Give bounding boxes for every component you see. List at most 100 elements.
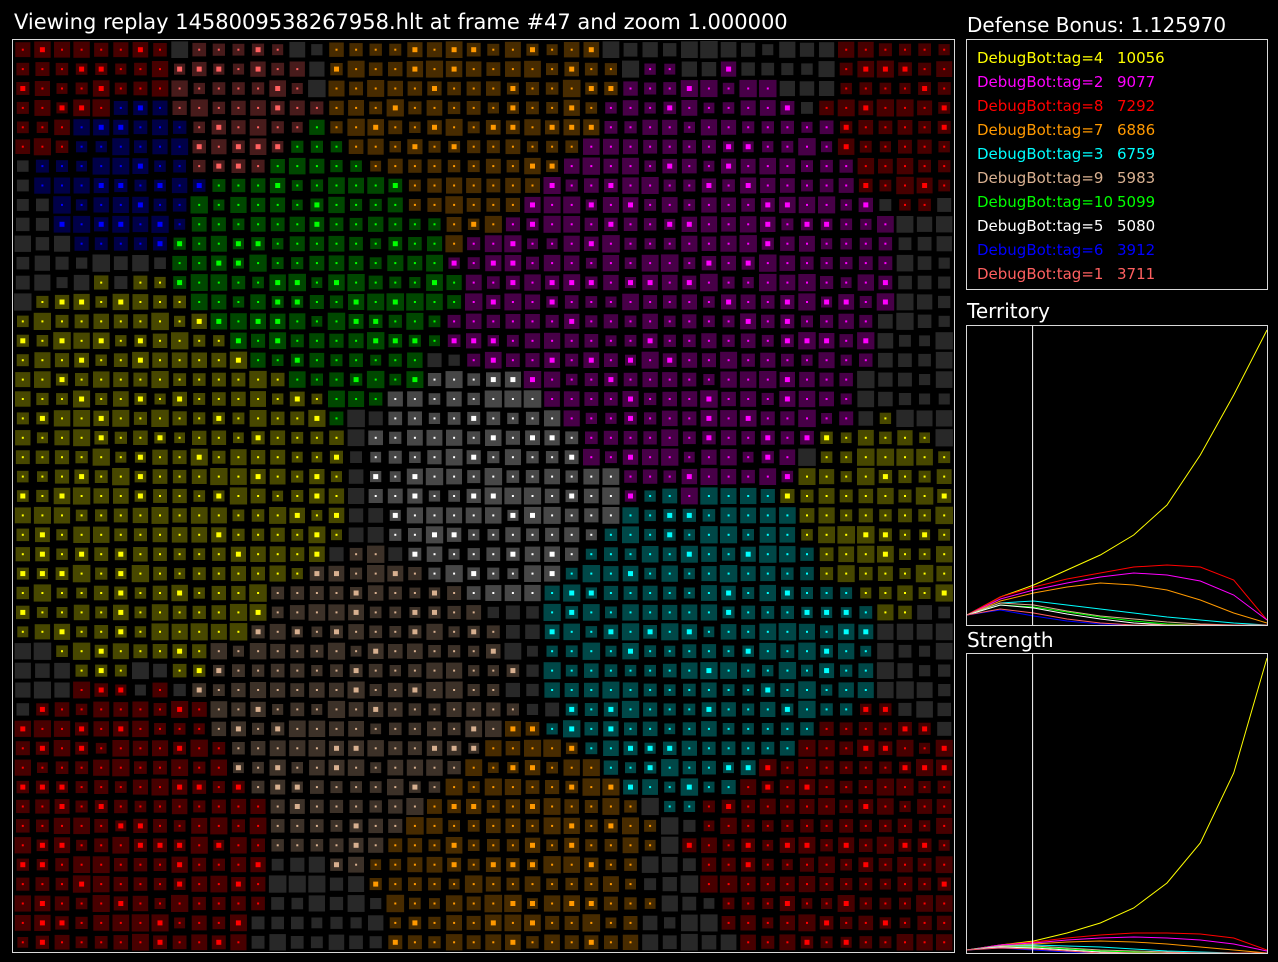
board-cell[interactable] xyxy=(34,255,50,271)
board-cell[interactable] xyxy=(368,915,384,931)
board-cell[interactable] xyxy=(661,895,678,912)
board-cell[interactable] xyxy=(16,217,30,232)
board-cell[interactable] xyxy=(76,257,88,269)
board-cell[interactable] xyxy=(347,895,365,912)
board-cell[interactable] xyxy=(917,236,932,251)
board-cell[interactable] xyxy=(114,276,128,289)
board-cell[interactable] xyxy=(916,410,933,427)
board-cell[interactable] xyxy=(368,508,384,523)
board-cell[interactable] xyxy=(919,335,930,347)
board-cell[interactable] xyxy=(14,643,31,660)
board-cell[interactable] xyxy=(308,79,326,98)
board-cell[interactable] xyxy=(329,547,344,562)
board-cell[interactable] xyxy=(34,274,51,291)
board-cell[interactable] xyxy=(681,914,698,932)
board-cell[interactable] xyxy=(505,605,520,620)
board-cell[interactable] xyxy=(348,469,364,484)
board-cell[interactable] xyxy=(798,448,816,466)
board-cell[interactable] xyxy=(330,916,343,929)
board-cell[interactable] xyxy=(268,875,287,893)
board-cell[interactable] xyxy=(898,237,912,251)
board-cell[interactable] xyxy=(878,314,893,329)
board-cell[interactable] xyxy=(877,623,894,640)
board-cell[interactable] xyxy=(938,315,950,327)
board-cell[interactable] xyxy=(720,41,737,58)
board-cell[interactable] xyxy=(14,662,31,679)
board-cell[interactable] xyxy=(819,81,835,96)
board-cell[interactable] xyxy=(73,274,90,291)
board-cell[interactable] xyxy=(290,857,305,872)
board-cell[interactable] xyxy=(938,664,951,677)
board-cell[interactable] xyxy=(348,527,364,543)
board-cell[interactable] xyxy=(663,43,677,57)
board-cell[interactable] xyxy=(448,354,460,366)
board-cell[interactable] xyxy=(644,878,657,891)
board-cell[interactable] xyxy=(819,42,835,58)
board-cell[interactable] xyxy=(504,642,522,660)
board-cell[interactable] xyxy=(878,372,893,387)
board-cell[interactable] xyxy=(877,643,894,660)
board-cell[interactable] xyxy=(896,216,914,233)
board-cell[interactable] xyxy=(936,216,953,233)
board-cell[interactable] xyxy=(350,451,362,463)
board-cell[interactable] xyxy=(897,663,913,679)
board-cell[interactable] xyxy=(113,256,128,270)
board-cell[interactable] xyxy=(916,682,933,698)
board-cell[interactable] xyxy=(291,897,304,910)
board-cell[interactable] xyxy=(662,935,677,950)
board-cell[interactable] xyxy=(370,898,382,910)
board-cell[interactable] xyxy=(506,625,520,639)
board-cell[interactable] xyxy=(308,895,325,912)
board-cell[interactable] xyxy=(641,797,659,816)
board-cell[interactable] xyxy=(16,199,29,211)
board-cell[interactable] xyxy=(801,63,813,75)
board-cell[interactable] xyxy=(938,295,951,309)
board-cell[interactable] xyxy=(271,916,284,930)
board-cell[interactable] xyxy=(661,817,679,835)
board-cell[interactable] xyxy=(328,934,345,950)
board-cell[interactable] xyxy=(700,914,718,932)
board-cell[interactable] xyxy=(642,915,658,931)
board-cell[interactable] xyxy=(348,488,365,504)
board-cell[interactable] xyxy=(173,683,186,697)
board-cell[interactable] xyxy=(527,645,538,657)
board-cell[interactable] xyxy=(938,684,951,697)
board-cell[interactable] xyxy=(35,663,50,678)
board-cell[interactable] xyxy=(15,682,31,698)
board-cell[interactable] xyxy=(33,642,52,660)
board-cell[interactable] xyxy=(720,934,737,951)
board-cell[interactable] xyxy=(878,352,893,368)
board-cell[interactable] xyxy=(134,684,146,696)
board-cell[interactable] xyxy=(525,624,540,639)
board-cell[interactable] xyxy=(33,681,51,699)
board-cell[interactable] xyxy=(427,353,442,368)
territory-graph[interactable] xyxy=(966,325,1268,626)
board-cell[interactable] xyxy=(290,936,304,949)
board-cell[interactable] xyxy=(878,391,893,407)
board-cell[interactable] xyxy=(916,701,933,718)
board-cell[interactable] xyxy=(936,236,952,252)
board-cell[interactable] xyxy=(741,42,756,57)
board-cell[interactable] xyxy=(898,644,912,658)
board-cell[interactable] xyxy=(15,275,30,290)
board-cell[interactable] xyxy=(16,256,30,270)
board-cell[interactable] xyxy=(487,606,499,619)
board-cell[interactable] xyxy=(251,935,265,949)
board-cell[interactable] xyxy=(919,665,931,677)
board-cell[interactable] xyxy=(92,254,111,272)
board-cell[interactable] xyxy=(779,80,795,97)
board-cell[interactable] xyxy=(917,294,933,310)
board-cell[interactable] xyxy=(310,936,323,949)
board-cell[interactable] xyxy=(349,508,364,523)
board-cell[interactable] xyxy=(680,933,698,951)
board-cell[interactable] xyxy=(781,63,794,76)
board-cell[interactable] xyxy=(700,41,718,59)
board-cell[interactable] xyxy=(622,60,640,78)
board-cell[interactable] xyxy=(896,293,914,311)
board-cell[interactable] xyxy=(132,662,149,680)
board-cell[interactable] xyxy=(935,429,953,447)
board-cell[interactable] xyxy=(14,235,31,252)
board-cell[interactable] xyxy=(761,62,775,76)
board-cell[interactable] xyxy=(329,877,344,891)
board-cell[interactable] xyxy=(917,605,932,620)
